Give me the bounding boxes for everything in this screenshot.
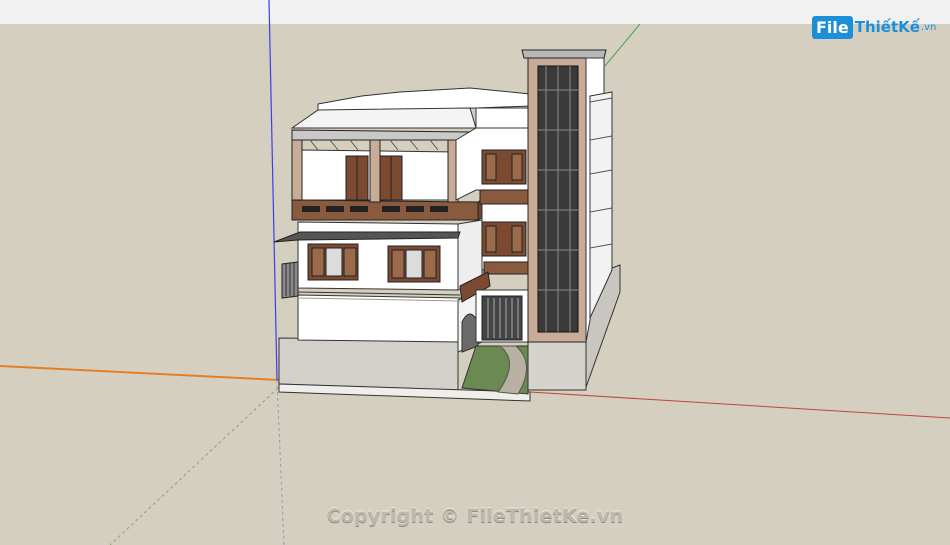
filethietke-logo: File ThiếtKế .vn [812, 12, 936, 42]
z-axis-blue [268, 0, 278, 381]
window-shutter [485, 225, 497, 253]
x-axis-orange [0, 365, 281, 381]
pergola-roof [291, 129, 477, 141]
ground-floor-wall [297, 294, 461, 343]
window-shutter [511, 153, 523, 181]
house-3d-model[interactable] [0, 0, 950, 545]
y-axis-green [604, 23, 641, 67]
window-shutter [485, 153, 497, 181]
window-shutter [343, 247, 357, 277]
window-shutter [391, 249, 405, 279]
floor-line [297, 291, 461, 296]
window-glass [325, 247, 343, 277]
roof-box [475, 107, 531, 129]
tower-cap [521, 49, 607, 59]
window-shutter [511, 225, 523, 253]
logo-file-badge: File [812, 15, 853, 39]
column-mid [369, 139, 381, 203]
window-glass [405, 249, 423, 279]
x-axis-red [529, 391, 950, 419]
roof-slab [290, 107, 477, 129]
logo-brand-text: ThiếtKế [854, 18, 920, 36]
slab-brown-mid [479, 189, 531, 205]
front-boundary-wall [278, 337, 459, 391]
tower-base-wall [527, 337, 587, 391]
logo-tld-text: .vn [920, 21, 937, 33]
window-shutter [311, 247, 325, 277]
copyright-watermark: Copyright © FileThietKe.vn [326, 505, 624, 527]
sketchup-viewport[interactable]: File ThiếtKế .vn Copyright © FileThietKe… [0, 0, 950, 545]
slab-brown-low [483, 261, 531, 275]
window-shutter [423, 249, 437, 279]
column-left [291, 139, 303, 201]
